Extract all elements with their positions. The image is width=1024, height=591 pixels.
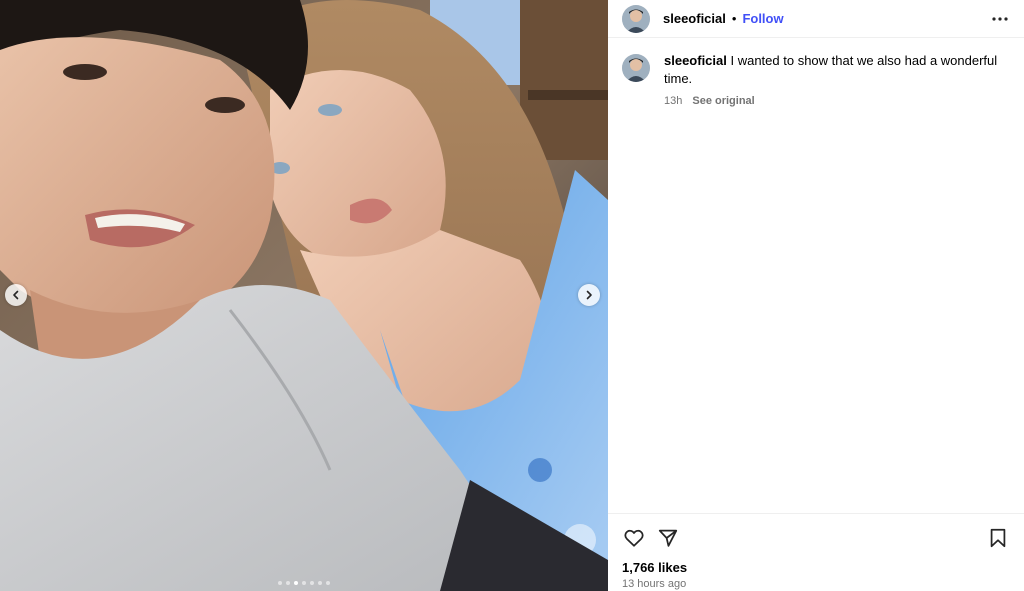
post-header: sleeoficial • Follow [608, 0, 1024, 38]
caption: sleeoficial I wanted to show that we als… [622, 52, 1010, 110]
avatar-image [622, 4, 650, 33]
caption-body: sleeoficial I wanted to show that we als… [664, 52, 1010, 110]
save-button[interactable] [986, 526, 1010, 550]
post-author-username[interactable]: sleeoficial [663, 11, 726, 26]
more-options-icon [992, 16, 1008, 21]
heart-icon [624, 529, 644, 547]
carousel-dot [302, 581, 306, 585]
carousel-prev-button[interactable] [5, 284, 27, 306]
bookmark-icon [990, 528, 1006, 548]
comments-section: sleeoficial I wanted to show that we als… [608, 38, 1024, 513]
caption-meta: 13h See original [664, 92, 1010, 110]
caption-avatar[interactable] [622, 54, 650, 82]
post-side-panel: sleeoficial • Follow sleeoficial I wante… [608, 0, 1024, 591]
more-options-button[interactable] [990, 9, 1010, 29]
see-original-link[interactable]: See original [692, 92, 754, 110]
post-media [0, 0, 608, 591]
caption-username[interactable]: sleeoficial [664, 53, 727, 68]
carousel-dot [286, 581, 290, 585]
send-icon [658, 529, 678, 547]
post-timestamp[interactable]: 13 hours ago [622, 578, 1010, 590]
carousel-dot [310, 581, 314, 585]
share-button[interactable] [656, 526, 680, 550]
chevron-left-icon [13, 290, 19, 300]
carousel-dot [278, 581, 282, 585]
like-button[interactable] [622, 526, 646, 550]
carousel-dot [326, 581, 330, 585]
carousel-next-button[interactable] [578, 284, 600, 306]
header-separator: • [731, 11, 737, 26]
post-photo [0, 0, 608, 591]
carousel-indicator [0, 581, 608, 585]
like-count[interactable]: 1,766 likes [622, 560, 1010, 575]
carousel-dot [318, 581, 322, 585]
avatar-image [622, 54, 650, 82]
chevron-right-icon [586, 290, 592, 300]
post-footer: 1,766 likes 13 hours ago [608, 513, 1024, 591]
action-bar [622, 524, 1010, 552]
carousel-dot [294, 581, 298, 585]
post-dialog: sleeoficial • Follow sleeoficial I wante… [0, 0, 1024, 591]
caption-timestamp[interactable]: 13h [664, 92, 682, 110]
follow-button[interactable]: Follow [742, 11, 783, 26]
avatar[interactable] [622, 4, 650, 33]
